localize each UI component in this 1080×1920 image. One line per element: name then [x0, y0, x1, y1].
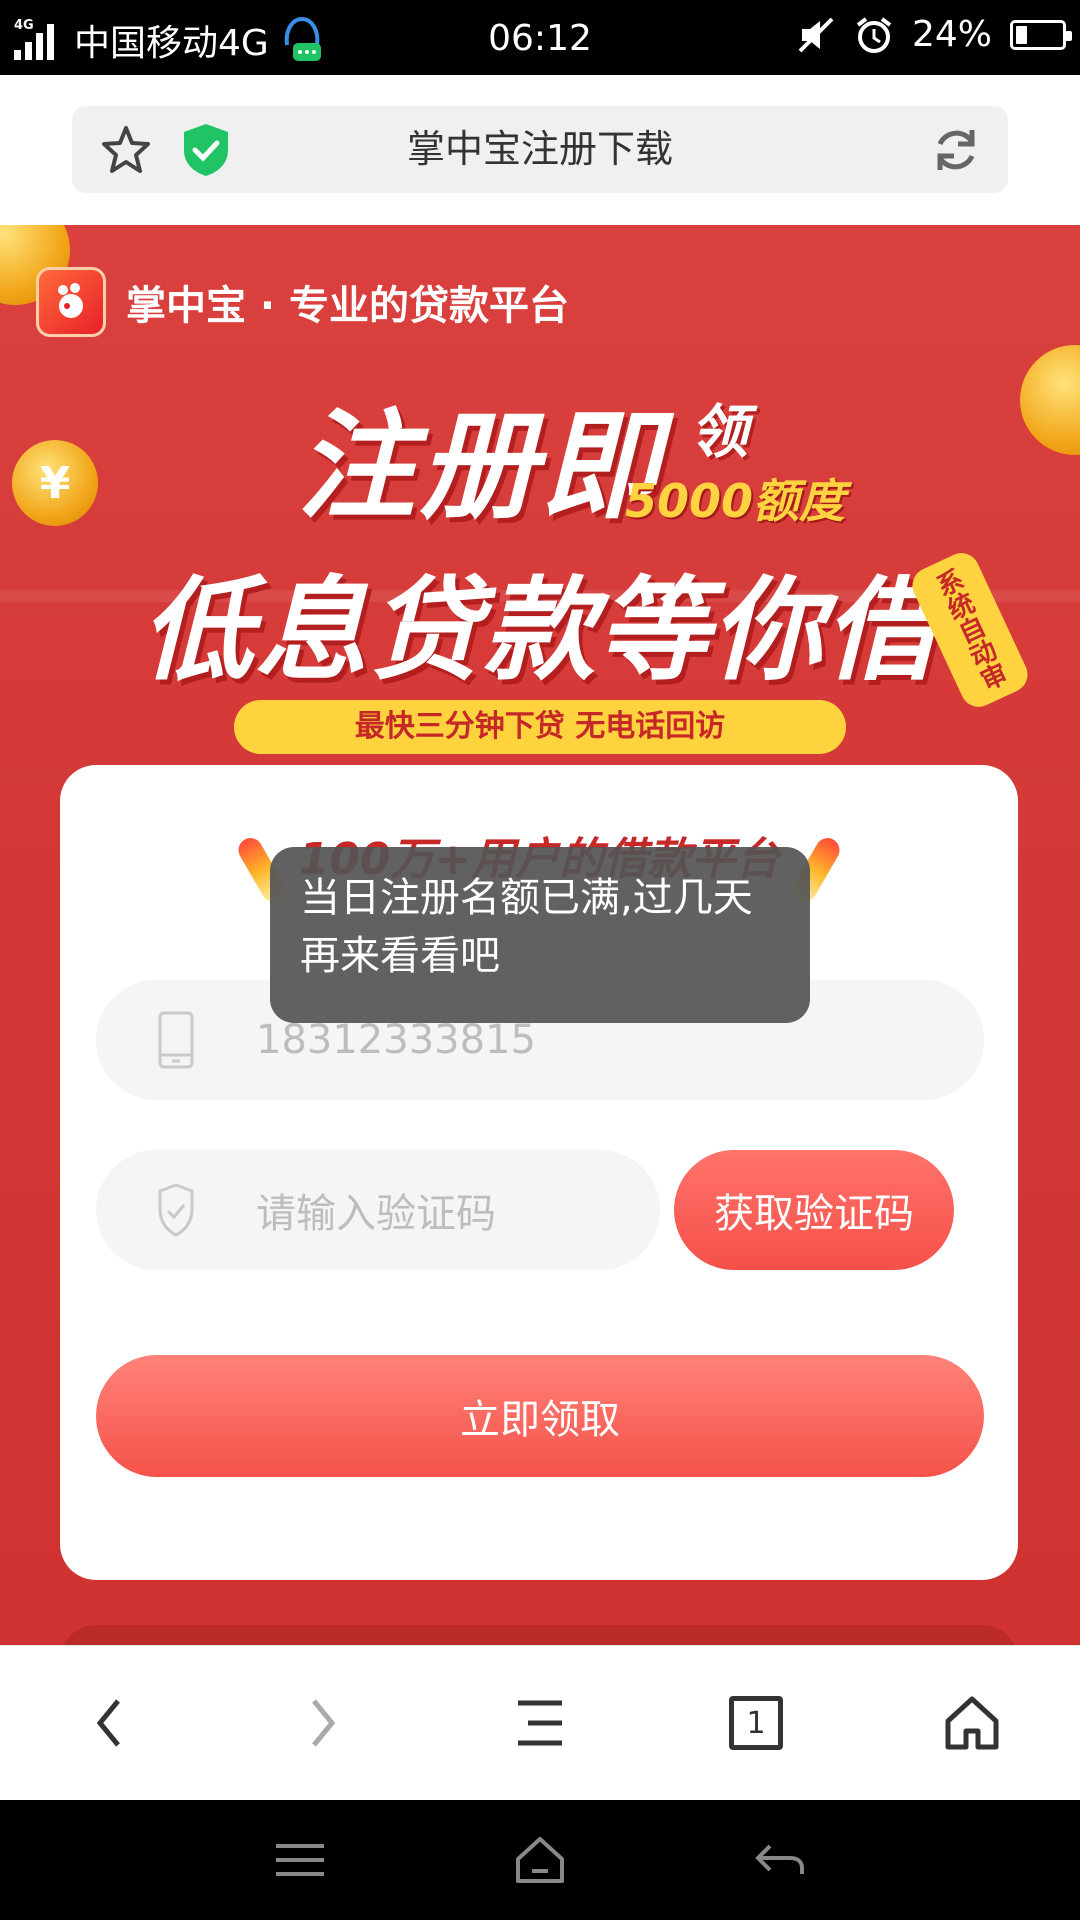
headline-main: 注册即: [296, 397, 663, 535]
system-menu-button[interactable]: [260, 1820, 340, 1900]
system-back-button[interactable]: [740, 1820, 820, 1900]
page-title[interactable]: 掌中宝注册下载: [72, 106, 1008, 193]
system-navigation-bar: [0, 1800, 1080, 1920]
headline-second: 低息贷款等你借: [141, 566, 939, 696]
browser-toolbar: 1: [0, 1645, 1080, 1800]
status-bar: 4G 中国移动4G 06:12 24%: [0, 0, 1080, 75]
battery-percent: 24%: [911, 14, 992, 55]
menu-button[interactable]: [485, 1668, 595, 1778]
system-home-icon: [516, 1837, 564, 1883]
system-back-icon: [755, 1844, 804, 1874]
system-home-button[interactable]: [500, 1820, 580, 1900]
status-right: 24%: [796, 14, 1072, 55]
back-icon: [96, 1699, 120, 1747]
promo-pill: 最快三分钟下贷 无电话回访: [234, 700, 846, 754]
mute-icon: [798, 17, 834, 52]
brand-name: 掌中宝 · 专业的贷款平台: [126, 283, 570, 329]
alarm-icon: [856, 16, 892, 53]
app-logo-icon: [36, 267, 106, 337]
headline-ling: 领: [690, 398, 749, 466]
battery-icon: [1010, 19, 1072, 50]
battery-fill: [1016, 25, 1027, 44]
address-bar[interactable]: 掌中宝注册下载: [72, 106, 1008, 193]
browser-address-area: 掌中宝注册下载: [0, 75, 1080, 225]
tab-count: 1: [746, 1705, 766, 1741]
phone-icon: [158, 1011, 194, 1069]
code-row: 获取验证码: [60, 1150, 1018, 1270]
back-button[interactable]: [53, 1668, 163, 1778]
headline-quota: 5000额度: [625, 474, 846, 528]
tabs-icon: 1: [729, 1696, 783, 1750]
next-section-edge: [60, 1625, 1018, 1645]
home-button[interactable]: [917, 1668, 1027, 1778]
menu-icon: [518, 1700, 562, 1746]
forward-button[interactable]: [269, 1668, 379, 1778]
refresh-icon[interactable]: [926, 120, 986, 180]
submit-button[interactable]: 立即领取: [96, 1355, 984, 1477]
toast-message: 当日注册名额已满,过几天再来看看吧: [270, 847, 810, 1023]
home-icon: [945, 1696, 999, 1750]
brand-header: 掌中宝 · 专业的贷款平台: [36, 267, 569, 337]
get-code-button[interactable]: 获取验证码: [674, 1150, 954, 1270]
system-menu-icon: [276, 1844, 324, 1876]
forward-icon: [312, 1699, 336, 1747]
tabs-button[interactable]: 1: [701, 1668, 811, 1778]
